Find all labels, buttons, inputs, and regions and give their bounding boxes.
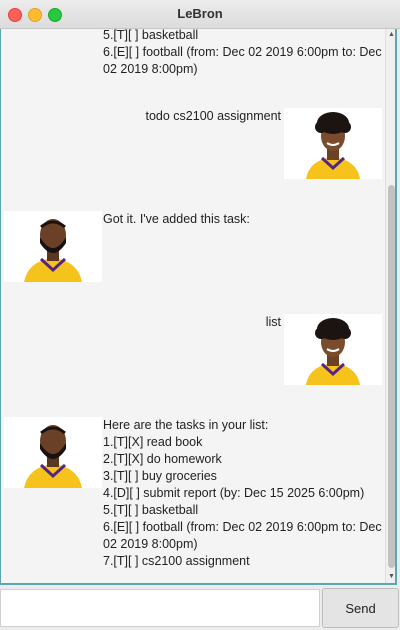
scroll-up-arrow-icon[interactable]: ▲ [388, 31, 395, 38]
scrollbar-thumb[interactable] [388, 185, 395, 568]
task-list-item: 6.[E][ ] football (from: Dec 02 2019 6:0… [103, 520, 382, 534]
scroll-down-arrow-icon[interactable]: ▼ [388, 573, 395, 580]
user-message-text: todo cs2100 assignment [145, 109, 281, 123]
bot-message-line: Here are the tasks in your list: [103, 418, 269, 432]
user-avatar [284, 108, 382, 179]
user-message-text: list [265, 315, 281, 329]
bot-message-line: 6.[E][ ] football (from: Dec 02 2019 6:0… [103, 45, 382, 59]
task-list-item: 7.[T][ ] cs2100 assignment [103, 554, 250, 568]
window-title: LeBron [177, 6, 223, 21]
bot-message-line: 5.[T][ ] basketball [103, 29, 199, 42]
task-list-item: 02 2019 8:00pm) [103, 537, 198, 551]
title-bar: LeBron [0, 0, 400, 29]
input-bar: Send [0, 587, 400, 630]
bot-avatar [4, 417, 102, 488]
task-list-item: 1.[T][X] read book [103, 435, 203, 449]
send-button[interactable]: Send [322, 588, 399, 628]
message-input[interactable] [0, 589, 320, 627]
bot-message-line: 02 2019 8:00pm) [103, 62, 198, 76]
task-list-item: 5.[T][ ] basketball [103, 503, 199, 517]
task-list-item: 4.[D][ ] submit report (by: Dec 15 2025 … [103, 486, 365, 500]
task-list-item: 3.[T][ ] buy groceries [103, 469, 217, 483]
bot-message-text: Got it. I've added this task: [103, 212, 250, 226]
bot-avatar [4, 211, 102, 282]
task-list-item: 2.[T][X] do homework [103, 452, 222, 466]
chat-scroll-pane[interactable]: 5.[T][ ] basketball 6.[E][ ] football (f… [0, 29, 397, 585]
user-avatar [284, 314, 382, 385]
vertical-scrollbar[interactable]: ▲ ▼ [385, 29, 395, 583]
